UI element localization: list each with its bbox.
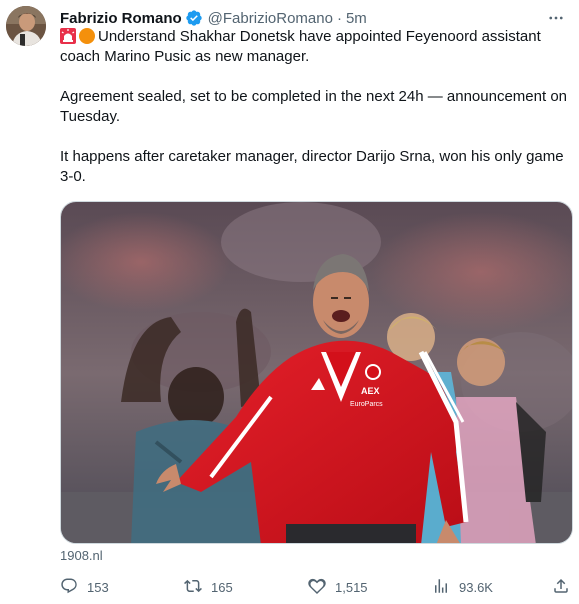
tweet-text: Understand Shakhar Donetsk have appointe…: [60, 27, 570, 187]
tweet-text-line-3: It happens after caretaker manager, dire…: [60, 148, 564, 185]
author-name[interactable]: Fabrizio Romano: [60, 10, 182, 27]
views-count: 93.6K: [459, 579, 493, 595]
author-handle[interactable]: @FabrizioRomano: [208, 10, 333, 27]
tweet-timestamp[interactable]: 5m: [346, 10, 367, 27]
retweet-button[interactable]: 165: [184, 576, 233, 598]
reply-button[interactable]: 153: [60, 576, 109, 598]
tweet-text-line-1: Understand Shakhar Donetsk have appointe…: [60, 28, 541, 65]
more-options-icon[interactable]: [545, 9, 567, 27]
share-button[interactable]: [552, 576, 570, 598]
tweet-media-photo[interactable]: AEX EuroParcs: [60, 201, 573, 544]
separator-dot: ·: [336, 9, 342, 27]
views-button[interactable]: 93.6K: [432, 576, 493, 598]
tweet-actions-bar: 153 165 1,515 93.6K: [60, 576, 572, 598]
orange-circle-emoji-icon: [79, 28, 95, 44]
reply-icon: [60, 577, 78, 598]
retweet-icon: [184, 577, 202, 598]
like-count: 1,515: [335, 579, 368, 595]
like-button[interactable]: 1,515: [308, 576, 368, 598]
like-icon: [308, 577, 326, 598]
tweet-paragraph-1: Understand Shakhar Donetsk have appointe…: [60, 27, 570, 67]
verified-badge-icon: [185, 9, 203, 27]
share-icon: [552, 577, 570, 598]
tweet-text-line-2: Agreement sealed, set to be completed in…: [60, 88, 567, 125]
jacket-sponsor-europarcs: EuroParcs: [350, 401, 383, 408]
author-avatar[interactable]: [6, 6, 46, 46]
tweet-header: Fabrizio Romano @FabrizioRomano · 5m: [60, 7, 539, 29]
siren-emoji-icon: [60, 28, 76, 44]
views-icon: [432, 577, 450, 598]
jacket-sponsor-aex: AEX: [361, 386, 380, 396]
tweet-card[interactable]: Fabrizio Romano @FabrizioRomano · 5m Und…: [0, 0, 579, 604]
reply-count: 153: [87, 579, 109, 595]
link-source[interactable]: 1908.nl: [60, 548, 103, 563]
retweet-count: 165: [211, 579, 233, 595]
